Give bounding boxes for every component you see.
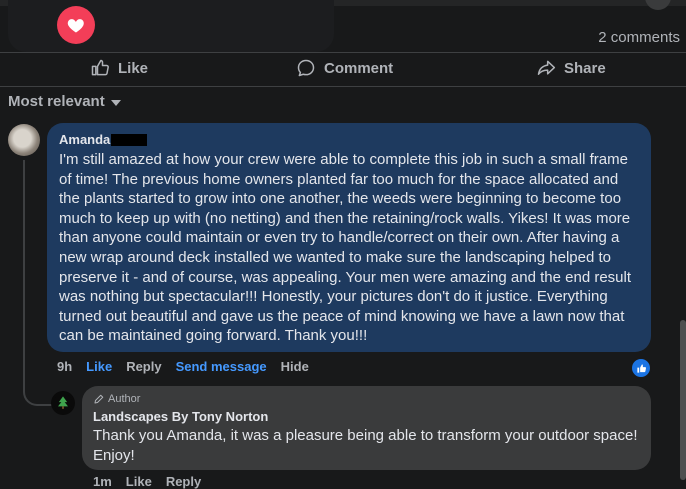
sort-dropdown[interactable]: Most relevant — [8, 93, 121, 110]
sort-label: Most relevant — [8, 93, 105, 110]
like-label: Like — [118, 59, 149, 77]
comment-time[interactable]: 9h — [57, 359, 72, 374]
tree-logo-icon — [53, 393, 73, 413]
caret-down-icon — [110, 99, 121, 106]
share-label: Share — [564, 59, 606, 77]
reply-bubble: Author Landscapes By Tony Norton Thank y… — [82, 386, 651, 470]
reply-actions: 1m Like Reply — [93, 474, 201, 489]
reply-reply-button[interactable]: Reply — [166, 474, 201, 489]
comment-text: I'm still amazed at how your crew were a… — [59, 151, 632, 345]
heart-reaction-icon[interactable] — [57, 6, 95, 44]
comment-button[interactable]: Comment — [296, 56, 393, 80]
pencil-icon — [94, 394, 104, 404]
author-badge-label: Author — [108, 393, 141, 405]
thread-connector — [23, 372, 53, 406]
comment-label: Comment — [324, 59, 394, 77]
comment-actions: 9h Like Reply Send message Hide — [57, 359, 309, 374]
comment-bubble: Amanda I'm still amazed at how your crew… — [47, 123, 651, 352]
avatar[interactable] — [51, 391, 75, 415]
like-reaction-badge[interactable] — [630, 357, 652, 379]
heart-icon — [67, 19, 84, 33]
author-badge: Author — [93, 392, 640, 406]
comment-reply-button[interactable]: Reply — [126, 359, 161, 374]
thumbs-up-icon — [636, 363, 646, 373]
divider — [0, 52, 686, 53]
reply-time[interactable]: 1m — [93, 474, 112, 489]
scrollbar[interactable] — [680, 320, 686, 480]
more-options-button[interactable] — [645, 0, 671, 10]
share-icon — [537, 60, 556, 75]
avatar[interactable] — [8, 124, 40, 156]
reply-like-button[interactable]: Like — [126, 474, 152, 489]
reply-text: Thank you Amanda, it was a pleasure bein… — [93, 427, 638, 464]
thread-line — [23, 160, 25, 390]
send-message-button[interactable]: Send message — [176, 359, 267, 374]
comment-author[interactable]: Amanda — [59, 132, 110, 148]
share-button[interactable]: Share — [536, 56, 606, 80]
redaction-bar — [111, 133, 148, 146]
comments-count[interactable]: 2 comments — [598, 29, 680, 46]
comment-icon — [297, 59, 315, 77]
hide-button[interactable]: Hide — [281, 359, 309, 374]
reply-author[interactable]: Landscapes By Tony Norton — [93, 409, 640, 425]
divider — [0, 86, 686, 87]
thumbs-up-icon — [91, 59, 109, 76]
comment-like-button[interactable]: Like — [86, 359, 112, 374]
like-button[interactable]: Like — [90, 56, 148, 80]
